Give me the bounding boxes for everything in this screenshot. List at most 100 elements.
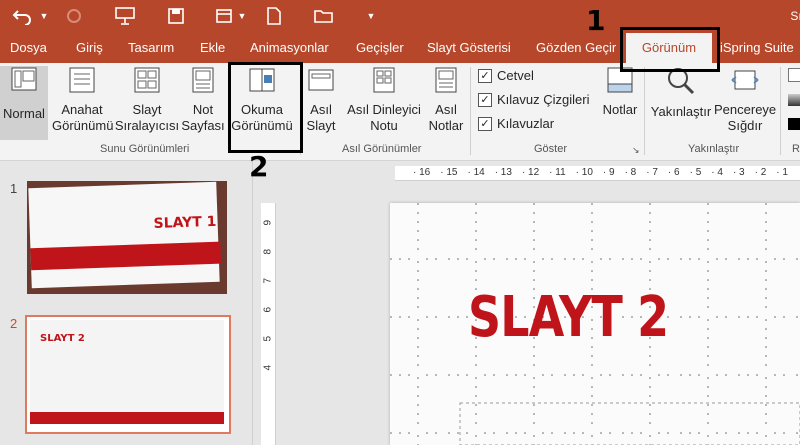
annotation-number-1: 1 [586, 4, 606, 37]
grayscale-swatch[interactable] [788, 94, 800, 106]
tab-ispring[interactable]: iSpring Suite [720, 33, 794, 63]
new-document-icon [267, 7, 281, 25]
ruler-tick-label: · 2 [754, 167, 767, 178]
tab-insert[interactable]: Ekle [200, 33, 225, 63]
ruler-tick-label: 9 [262, 219, 274, 226]
group-label-show: Göster [534, 143, 568, 155]
layout-dropdown[interactable]: ▼ [236, 4, 248, 28]
fit-to-window-label-2: Sığdır [727, 118, 763, 133]
color-swatch[interactable] [788, 68, 800, 82]
group-label-zoom: Yakınlaştır [688, 143, 740, 155]
guides-checkbox-label: Kılavuzlar [497, 116, 555, 131]
layout-button[interactable] [212, 4, 236, 28]
start-slideshow-button[interactable] [112, 4, 138, 28]
fit-to-window-icon [731, 70, 759, 90]
tab-transitions[interactable]: Geçişler [356, 33, 404, 63]
ribbon-separator [780, 67, 781, 155]
ruler-tick-label: · 11 [549, 167, 566, 178]
slide-sorter-label-1: Slayt [132, 102, 162, 117]
undo-icon [12, 10, 31, 25]
notes-page-label-2: Sayfası [181, 118, 225, 133]
handout-master-label-1: Asıl Dinleyici [347, 102, 421, 117]
normal-view-button[interactable]: Normal [0, 66, 48, 140]
notes-page-button[interactable]: Not Sayfası [180, 66, 226, 134]
notes-pane-button[interactable]: Notlar [598, 66, 642, 118]
handout-master-icon [373, 67, 395, 93]
tab-home[interactable]: Giriş [76, 33, 103, 63]
thumbnail-paper: SLAYT 2 [30, 320, 224, 424]
show-dialog-launcher-icon[interactable]: ↘ [632, 145, 640, 156]
ruler-checkbox[interactable]: ✓ Cetvel [478, 68, 534, 83]
redo-icon [67, 9, 81, 23]
slide-master-button[interactable]: Asıl Slayt [303, 66, 339, 134]
undo-button[interactable] [8, 4, 38, 28]
slide-sorter-icon [134, 67, 160, 93]
handout-master-label-2: Notu [370, 118, 398, 133]
window-title: Sı [790, 9, 800, 23]
save-icon [168, 8, 184, 24]
undo-dropdown[interactable]: ▼ [38, 4, 50, 28]
ruler-tick-label: · 16 [413, 167, 431, 178]
annotation-number-2: 2 [249, 150, 269, 183]
layout-icon [216, 9, 232, 23]
annotation-box-view-tab [620, 27, 720, 72]
thumbnail-title: SLAYT 1 [153, 213, 217, 232]
ribbon-separator [470, 67, 471, 155]
fit-to-window-label-1: Pencereye [714, 102, 777, 117]
outline-view-label-1: Anahat [61, 102, 103, 117]
slide-sorter-button[interactable]: Slayt Sıralayıcısı [114, 66, 180, 134]
slide-number: 1 [10, 181, 18, 196]
gridlines-checkbox[interactable]: ✓ Kılavuz Çizgileri [478, 92, 589, 107]
slide-thumbnail-2[interactable]: SLAYT 2 [25, 315, 231, 434]
ruler-ticks: 9 8 7 6 5 4 [262, 215, 274, 371]
pane-splitter[interactable] [252, 161, 253, 445]
ruler-checkbox-label: Cetvel [497, 68, 534, 83]
fit-to-window-button[interactable]: Pencereye Sığdır [714, 66, 776, 134]
ruler-tick-label: · 3 [732, 167, 745, 178]
outline-view-button[interactable]: Anahat Görünümü [52, 66, 114, 134]
ruler-tick-label: 6 [262, 306, 274, 313]
ruler-tick-label: · 6 [667, 167, 680, 178]
thumbnail-title: SLAYT 2 [40, 333, 85, 344]
slide-master-icon [308, 69, 334, 91]
open-button[interactable] [312, 4, 336, 28]
ruler-tick-label: · 13 [494, 167, 512, 178]
notes-master-button[interactable]: Asıl Notlar [426, 66, 466, 134]
ruler-tick-label: 8 [262, 248, 274, 255]
folder-icon [314, 10, 333, 23]
new-file-button[interactable] [262, 4, 286, 28]
tab-slideshow[interactable]: Slayt Gösterisi [427, 33, 511, 63]
gridlines-checkbox-label: Kılavuz Çizgileri [497, 92, 590, 107]
normal-view-icon [11, 67, 37, 91]
black-white-swatch[interactable] [788, 118, 800, 130]
tab-animations[interactable]: Animasyonlar [250, 33, 329, 63]
notes-master-icon [435, 67, 457, 93]
tab-design[interactable]: Tasarım [128, 33, 174, 63]
handout-master-button[interactable]: Asıl Dinleyici Notu [342, 66, 426, 134]
guides-checkbox[interactable]: ✓ Kılavuzlar [478, 116, 554, 131]
checkmark-icon: ✓ [478, 92, 492, 107]
ruler-tick-label: · 5 [689, 167, 702, 178]
group-label-color: R [792, 143, 800, 155]
slide-title[interactable]: SLAYT 2 [468, 285, 669, 350]
outline-view-label-2: Görünümü [52, 118, 114, 133]
ruler-tick-label: · 9 [602, 167, 615, 178]
thumbnail-red-band [30, 412, 224, 424]
ruler-tick-label: · 4 [711, 167, 723, 178]
ruler-tick-label: · 7 [646, 167, 658, 178]
ruler-tick-label: · 1 [776, 167, 788, 178]
tab-file[interactable]: Dosya [10, 33, 47, 63]
ruler-tick-label: 7 [262, 277, 274, 284]
current-slide[interactable]: SLAYT 2 [390, 203, 800, 445]
zoom-button[interactable]: Yakınlaştır [648, 66, 714, 120]
save-button[interactable] [164, 4, 188, 28]
slide-number: 2 [10, 316, 18, 331]
tab-review[interactable]: Gözden Geçir [536, 33, 616, 63]
slide-master-label-1: Asıl [310, 102, 332, 117]
redo-button[interactable] [62, 4, 86, 28]
normal-view-label: Normal [3, 106, 45, 121]
slide-thumbnail-1[interactable]: SLAYT 1 [27, 181, 227, 294]
customize-qat-dropdown[interactable]: ▼ [365, 4, 377, 28]
group-label-master-views: Asıl Görünümler [342, 143, 422, 155]
ruler-tick-label: · 8 [624, 167, 637, 178]
